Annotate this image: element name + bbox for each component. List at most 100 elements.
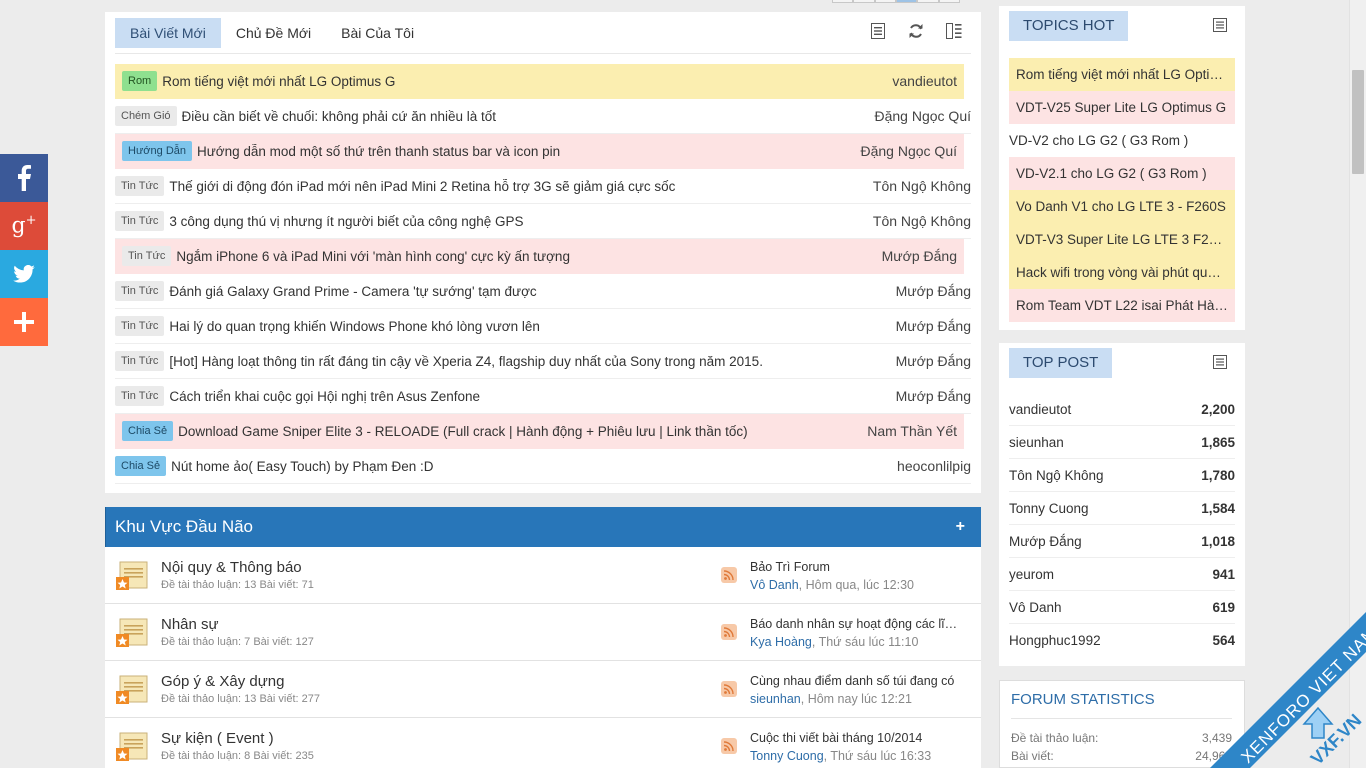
post-prefix-tag[interactable]: Chia Sẻ [115,456,167,476]
hot-topic-link[interactable]: VD-V2 cho LG G2 ( G3 Rom ) [1009,124,1235,157]
post-prefix-tag[interactable]: Tin Tức [115,211,165,231]
forum-node-title[interactable]: Góp ý & Xây dựng [161,673,284,690]
post-row[interactable]: Tin Tức 3 công dụng thú vị nhưng ít người… [115,204,971,239]
post-title-link[interactable]: Điều cần biết về chuối: không phải cứ ăn… [182,109,875,124]
twitter-share-button[interactable] [0,250,48,298]
hot-topic-link[interactable]: Hack wifi trong vòng vài phút qua lỗ hổn… [1009,256,1235,289]
top-poster-name[interactable]: Tôn Ngộ Không [1009,468,1104,483]
last-post-title[interactable]: Bảo Trì Forum [750,560,830,574]
post-row[interactable]: Tin Tức Cách triển khai cuộc gọi Hội nghị… [115,379,971,414]
rss-icon[interactable] [721,738,737,754]
hot-topic-link[interactable]: Rom tiếng việt mới nhất LG Optimus G [1009,58,1235,91]
post-title-link[interactable]: Nút home ảo( Easy Touch) by Phạm Đen :D [171,459,897,474]
more-share-button[interactable] [0,298,48,346]
post-prefix-tag[interactable]: Tin Tức [115,386,165,406]
post-row[interactable]: Tin Tức Đánh giá Galaxy Grand Prime - Cam… [115,274,971,309]
top-pagination[interactable] [832,0,960,3]
widget-list-icon[interactable] [1213,355,1227,372]
last-post-title[interactable]: Cuộc thi viết bài tháng 10/2014 [750,731,922,745]
last-post-title[interactable]: Cùng nhau điểm danh số túi đang có [750,674,954,688]
post-row[interactable]: Chém Gió Điều cần biết về chuối: không ph… [115,99,971,134]
post-author-link[interactable]: Mướp Đắng [896,353,971,369]
forum-node-title[interactable]: Sự kiện ( Event ) [161,730,274,747]
post-row[interactable]: Chia Sẻ Nút home ảo( Easy Touch) by Phạm … [115,449,971,484]
forum-node-title[interactable]: Nhân sự [161,616,219,633]
page-link[interactable] [853,0,875,3]
post-prefix-tag[interactable]: Tin Tức [115,281,165,301]
post-author-link[interactable]: Đặng Ngọc Quí [861,143,958,159]
page-link[interactable] [917,0,939,3]
post-row[interactable]: Tin Tức Thế giới di động đón iPad mới nên… [115,169,971,204]
top-poster-name[interactable]: vandieutot [1009,402,1071,417]
post-author-link[interactable]: Nam Thần Yết [867,423,957,439]
post-prefix-tag[interactable]: Hướng Dẫn [122,141,192,161]
hot-topic-link[interactable]: Vo Danh V1 cho LG LTE 3 - F260S [1009,190,1235,223]
last-post-user[interactable]: Kya Hoàng [750,635,812,649]
page-link[interactable] [832,0,854,3]
hot-topic-link[interactable]: VDT-V3 Super Lite LG LTE 3 F260S [1009,223,1235,256]
post-row[interactable]: Rom Rom tiếng việt mới nhất LG Optimus Gv… [115,64,964,99]
category-toggle-button[interactable]: + [956,507,965,547]
top-poster-name[interactable]: yeurom [1009,567,1054,582]
post-author-link[interactable]: Mướp Đắng [882,248,957,264]
post-row[interactable]: Tin Tức [Hot] Hàng loạt thông tin rất đán… [115,344,971,379]
post-author-link[interactable]: heoconlilpig [897,458,971,474]
post-author-link[interactable]: Mướp Đắng [896,388,971,404]
post-prefix-tag[interactable]: Tin Tức [115,316,165,336]
hot-topic-link[interactable]: Rom Team VDT L22 isai Phát Hành [1009,289,1235,322]
top-poster-name[interactable]: Tonny Cuong [1009,501,1089,516]
post-title-link[interactable]: [Hot] Hàng loạt thông tin rất đáng tin c… [169,354,895,369]
post-prefix-tag[interactable]: Chém Gió [115,106,177,126]
post-prefix-tag[interactable]: Tin Tức [122,246,172,266]
list-view-button[interactable] [869,22,887,40]
post-author-link[interactable]: Tôn Ngộ Không [873,213,971,229]
refresh-button[interactable] [907,22,925,40]
post-author-link[interactable]: Mướp Đắng [896,318,971,334]
google-plus-share-button[interactable]: g+ [0,202,48,250]
rss-icon[interactable] [721,624,737,640]
top-poster-name[interactable]: sieunhan [1009,435,1064,450]
page-link[interactable] [938,0,960,3]
top-poster-name[interactable]: Hongphuc1992 [1009,633,1101,648]
post-row[interactable]: Chia Sẻ Download Game Sniper Elite 3 - RE… [115,414,964,449]
facebook-share-button[interactable] [0,154,48,202]
post-author-link[interactable]: Mướp Đắng [896,283,971,299]
post-title-link[interactable]: Thế giới di động đón iPad mới nên iPad M… [169,179,873,194]
post-prefix-tag[interactable]: Rom [122,71,158,91]
scrollbar-thumb[interactable] [1352,70,1364,174]
last-post-user[interactable]: Tonny Cuong [750,749,824,763]
columns-view-button[interactable] [945,22,963,40]
forum-node-title[interactable]: Nội quy & Thông báo [161,559,302,576]
last-post-user[interactable]: Vô Danh [750,578,799,592]
page-link-current[interactable] [895,0,918,3]
top-poster-name[interactable]: Vô Danh [1009,600,1062,615]
top-poster-name[interactable]: Mướp Đắng [1009,534,1082,549]
post-author-link[interactable]: Tôn Ngộ Không [873,178,971,194]
tab-my-posts[interactable]: Bài Của Tôi [326,18,429,48]
post-title-link[interactable]: Hướng dẫn mod một số thứ trên thanh stat… [197,144,861,159]
post-row[interactable]: Tin Tức Hai lý do quan trọng khiến Window… [115,309,971,344]
last-post-user[interactable]: sieunhan [750,692,801,706]
hot-topic-link[interactable]: VDT-V25 Super Lite LG Optimus G [1009,91,1235,124]
post-row[interactable]: Hướng Dẫn Hướng dẫn mod một số thứ trên t… [115,134,964,169]
post-row[interactable]: Tin Tức Ngắm iPhone 6 và iPad Mini với 'm… [115,239,964,274]
post-author-link[interactable]: vandieutot [892,73,957,89]
tab-new-posts[interactable]: Bài Viết Mới [115,18,221,48]
rss-icon[interactable] [721,567,737,583]
post-title-link[interactable]: Rom tiếng việt mới nhất LG Optimus G [162,74,892,89]
page-link[interactable] [874,0,896,3]
tab-new-threads[interactable]: Chủ Đề Mới [221,18,326,48]
post-title-link[interactable]: Cách triển khai cuộc gọi Hội nghị trên A… [169,389,895,404]
post-title-link[interactable]: Ngắm iPhone 6 và iPad Mini với 'màn hình… [176,249,881,264]
widget-list-icon[interactable] [1213,18,1227,35]
category-title[interactable]: Khu Vực Đầu Não [115,517,253,536]
page-scrollbar[interactable] [1349,0,1366,768]
post-title-link[interactable]: Download Game Sniper Elite 3 - RELOADE (… [178,424,867,439]
rss-icon[interactable] [721,681,737,697]
post-prefix-tag[interactable]: Chia Sẻ [122,421,174,441]
post-title-link[interactable]: Hai lý do quan trọng khiến Windows Phone… [169,319,895,334]
category-header[interactable]: Khu Vực Đầu Não + [105,507,981,547]
post-prefix-tag[interactable]: Tin Tức [115,351,165,371]
post-title-link[interactable]: Đánh giá Galaxy Grand Prime - Camera 'tự… [169,284,895,299]
hot-topic-link[interactable]: VD-V2.1 cho LG G2 ( G3 Rom ) [1009,157,1235,190]
